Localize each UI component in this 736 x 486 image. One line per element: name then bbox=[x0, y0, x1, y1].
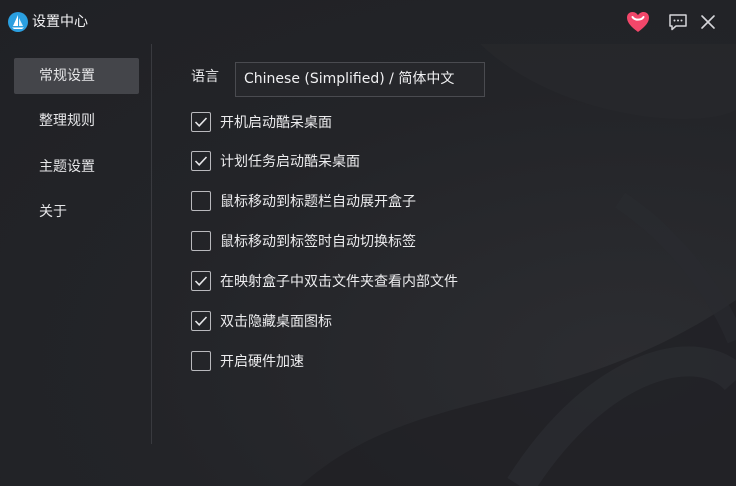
title-bar: 设置中心 bbox=[0, 0, 736, 44]
checkbox[interactable] bbox=[191, 151, 211, 171]
window-title: 设置中心 bbox=[32, 14, 88, 30]
checkmark-icon bbox=[194, 117, 208, 127]
close-icon bbox=[701, 15, 715, 29]
option-hardware-acceleration[interactable]: 开启硬件加速 bbox=[191, 350, 304, 372]
option-label: 在映射盒子中双击文件夹查看内部文件 bbox=[220, 274, 458, 290]
checkbox[interactable] bbox=[191, 271, 211, 291]
option-label: 计划任务启动酷呆桌面 bbox=[220, 154, 360, 170]
option-double-click-hide-icons[interactable]: 双击隐藏桌面图标 bbox=[191, 310, 332, 332]
language-select[interactable]: Chinese (Simplified) / 简体中文 bbox=[235, 62, 485, 97]
checkbox[interactable] bbox=[191, 231, 211, 251]
option-hover-tab-switch[interactable]: 鼠标移动到标签时自动切换标签 bbox=[191, 230, 416, 252]
option-scheduled-task-start[interactable]: 计划任务启动酷呆桌面 bbox=[191, 150, 360, 172]
option-label: 鼠标移动到标签时自动切换标签 bbox=[220, 234, 416, 250]
feedback-button[interactable] bbox=[665, 10, 691, 34]
settings-sidebar: 常规设置 整理规则 主题设置 关于 bbox=[0, 44, 152, 444]
close-button[interactable] bbox=[695, 10, 721, 34]
checkmark-icon bbox=[194, 276, 208, 286]
option-label: 鼠标移动到标题栏自动展开盒子 bbox=[220, 194, 416, 210]
option-hover-title-expand[interactable]: 鼠标移动到标题栏自动展开盒子 bbox=[191, 190, 416, 212]
heart-button[interactable] bbox=[625, 10, 651, 34]
sidebar-item-about[interactable]: 关于 bbox=[14, 194, 139, 230]
general-settings-panel: 语言 Chinese (Simplified) / 简体中文 开机启动酷呆桌面 … bbox=[153, 44, 736, 486]
sidebar-item-general[interactable]: 常规设置 bbox=[14, 58, 139, 94]
heart-icon bbox=[627, 12, 649, 32]
checkbox[interactable] bbox=[191, 351, 211, 371]
option-label: 开启硬件加速 bbox=[220, 354, 304, 370]
language-label: 语言 bbox=[191, 69, 219, 85]
option-label: 开机启动酷呆桌面 bbox=[220, 115, 332, 131]
option-autostart[interactable]: 开机启动酷呆桌面 bbox=[191, 111, 332, 133]
checkmark-icon bbox=[194, 156, 208, 166]
sidebar-item-organize-rules[interactable]: 整理规则 bbox=[14, 103, 139, 139]
sidebar-item-theme[interactable]: 主题设置 bbox=[14, 149, 139, 185]
app-logo-icon bbox=[8, 12, 28, 32]
checkbox[interactable] bbox=[191, 191, 211, 211]
checkmark-icon bbox=[194, 316, 208, 326]
checkbox[interactable] bbox=[191, 112, 211, 132]
option-double-click-folder-view[interactable]: 在映射盒子中双击文件夹查看内部文件 bbox=[191, 270, 458, 292]
feedback-icon bbox=[669, 14, 687, 31]
checkbox[interactable] bbox=[191, 311, 211, 331]
option-label: 双击隐藏桌面图标 bbox=[220, 314, 332, 330]
settings-window: 设置中心 常规设置 整理规则 主题设置 关于 语言 Chinese (Simpl… bbox=[0, 0, 736, 486]
